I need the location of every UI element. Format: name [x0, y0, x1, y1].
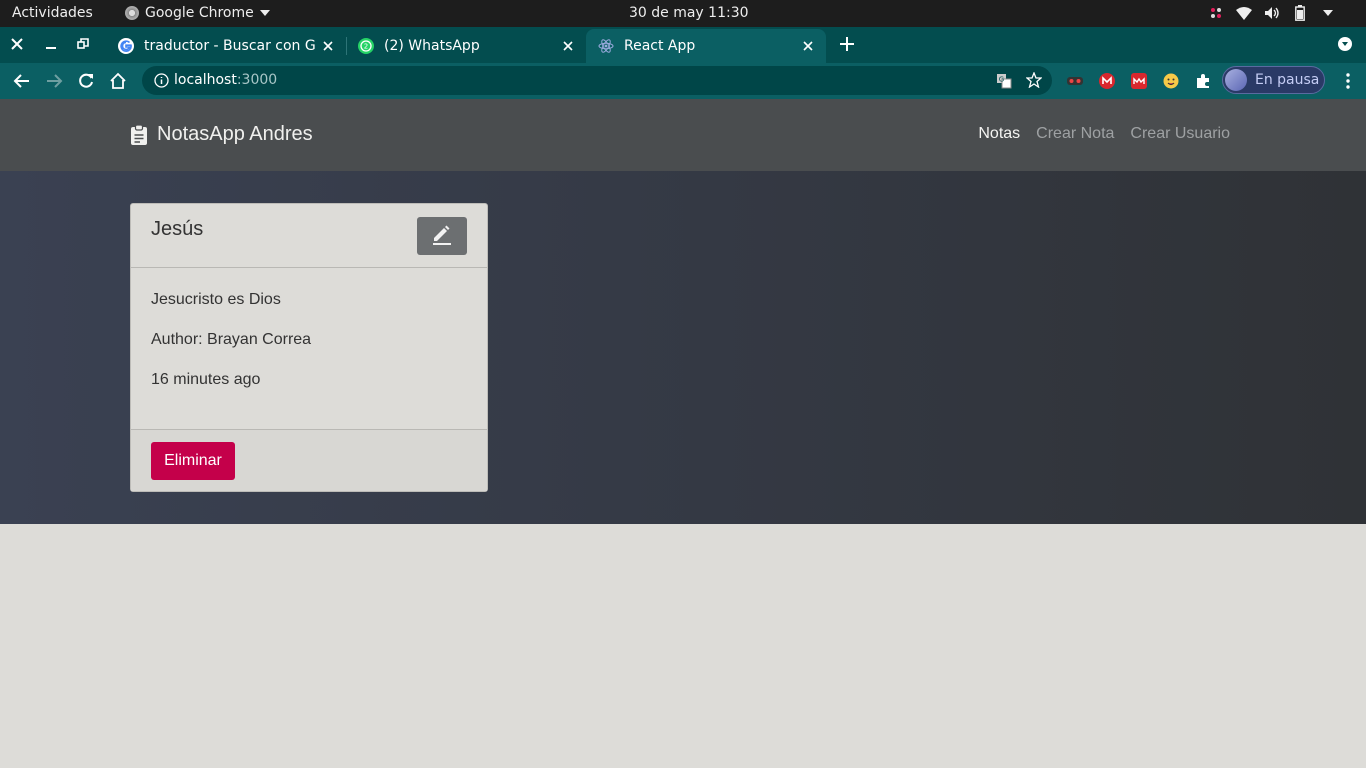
- address-bar[interactable]: localhost:3000 G: [142, 66, 1052, 95]
- tab-title: (2) WhatsApp: [384, 38, 480, 54]
- note-card-header: Jesús: [131, 204, 487, 268]
- tab-close-icon[interactable]: [320, 38, 336, 54]
- google-icon: [118, 38, 134, 54]
- note-timestamp: 16 minutes ago: [151, 371, 261, 388]
- tab-title: React App: [624, 38, 696, 54]
- url-text: localhost:3000: [174, 72, 277, 88]
- system-tray[interactable]: [1208, 5, 1336, 21]
- brand-name: NotasApp Andres: [157, 123, 313, 145]
- nav-link-crear-usuario[interactable]: Crear Usuario: [1130, 125, 1230, 143]
- extensions-puzzle-icon[interactable]: [1194, 72, 1212, 90]
- site-info-icon[interactable]: [154, 73, 169, 88]
- tab-strip: traductor - Buscar con Go 2 (2) WhatsApp…: [0, 27, 1366, 63]
- note-card-footer: Eliminar: [131, 429, 487, 491]
- edit-note-button[interactable]: [417, 217, 467, 255]
- extension-emoji-icon[interactable]: [1162, 72, 1180, 90]
- tab-search-icon[interactable]: [1338, 37, 1352, 51]
- home-icon[interactable]: [109, 72, 127, 90]
- caret-down-icon: [259, 10, 270, 16]
- tab-close-icon[interactable]: [560, 38, 576, 54]
- pencil-icon: [430, 222, 454, 251]
- tab-close-icon[interactable]: [800, 38, 816, 54]
- nav-link-crear-nota[interactable]: Crear Nota: [1036, 125, 1114, 143]
- nav-link-notas[interactable]: Notas: [978, 125, 1020, 143]
- tab-title: traductor - Buscar con Go: [144, 38, 316, 54]
- kebab-menu-icon[interactable]: [1344, 72, 1352, 90]
- extension-mask-icon[interactable]: [1066, 72, 1084, 90]
- extension-red-icon[interactable]: [1130, 72, 1148, 90]
- new-tab-plus-icon[interactable]: [838, 35, 856, 53]
- url-host: localhost: [174, 72, 237, 88]
- app-navbar: NotasApp Andres Notas Crear Nota Crear U…: [0, 99, 1366, 171]
- slack-icon[interactable]: [1208, 5, 1224, 21]
- back-arrow-icon[interactable]: [13, 72, 31, 90]
- tab-whatsapp[interactable]: 2 (2) WhatsApp: [346, 29, 586, 63]
- app-menu-label: Google Chrome: [145, 5, 254, 21]
- profile-status-label: En pausa: [1255, 72, 1320, 88]
- tab-react-app[interactable]: React App: [586, 29, 826, 63]
- window-close-icon[interactable]: [8, 35, 26, 53]
- window-restore-icon[interactable]: [74, 35, 92, 53]
- reload-icon[interactable]: [77, 72, 95, 90]
- app-menu[interactable]: Google Chrome: [125, 5, 270, 21]
- whatsapp-icon: 2: [358, 38, 374, 54]
- note-card: Jesús Jesucristo es Dios Author: Brayan …: [130, 203, 488, 492]
- wifi-icon[interactable]: [1236, 5, 1252, 21]
- note-author: Author: Brayan Correa: [151, 331, 312, 348]
- forward-arrow-icon[interactable]: [45, 72, 63, 90]
- system-top-bar: Actividades Google Chrome 30 de may 11:3…: [0, 0, 1366, 27]
- delete-note-button[interactable]: Eliminar: [151, 442, 235, 480]
- translate-icon[interactable]: G: [996, 73, 1012, 89]
- profile-avatar: [1225, 69, 1247, 91]
- svg-text:2: 2: [364, 43, 368, 51]
- tab-google-search[interactable]: traductor - Buscar con Go: [106, 29, 346, 63]
- profile-button[interactable]: En pausa: [1222, 66, 1325, 94]
- clock[interactable]: 30 de may 11:30: [629, 5, 749, 21]
- power-menu-caret-icon[interactable]: [1320, 5, 1336, 21]
- react-icon: [598, 38, 614, 54]
- window-minimize-icon[interactable]: [42, 35, 60, 53]
- activities-button[interactable]: Actividades: [12, 5, 93, 21]
- svg-text:G: G: [999, 76, 1004, 84]
- clipboard-icon: [130, 123, 148, 146]
- extension-mega-icon[interactable]: [1098, 72, 1116, 90]
- volume-icon[interactable]: [1264, 5, 1280, 21]
- bookmark-star-icon[interactable]: [1025, 71, 1043, 89]
- browser-toolbar: localhost:3000 G En pausa: [0, 63, 1366, 99]
- battery-icon[interactable]: [1292, 5, 1308, 21]
- nav-links: Notas Crear Nota Crear Usuario: [978, 125, 1230, 143]
- url-port: :3000: [236, 72, 278, 88]
- brand-link[interactable]: NotasApp Andres: [130, 123, 313, 146]
- chrome-icon: [125, 6, 139, 20]
- note-card-body: Jesucristo es Dios Author: Brayan Correa…: [151, 291, 311, 411]
- note-content: Jesucristo es Dios: [151, 291, 281, 308]
- note-title: Jesús: [151, 218, 204, 240]
